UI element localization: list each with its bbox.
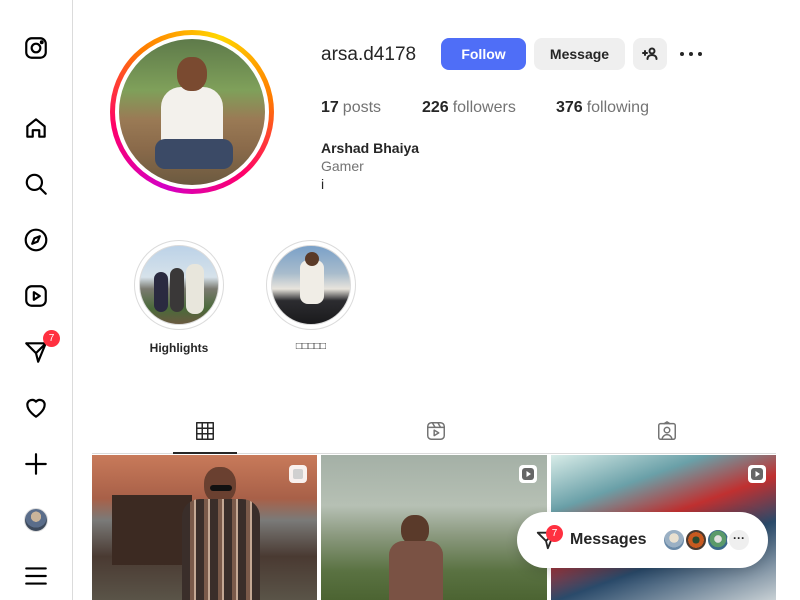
avatar [684, 528, 708, 552]
profile-avatar[interactable] [22, 506, 50, 534]
add-user-icon [642, 47, 658, 60]
messenger-icon[interactable]: 7 [22, 330, 60, 366]
profile-picture[interactable] [110, 30, 274, 194]
reels-icon[interactable] [22, 282, 50, 310]
following-stat[interactable]: 376 following [556, 99, 649, 117]
avatar [24, 508, 48, 532]
following-count: 376 [556, 99, 583, 116]
highlight-cover-figure [170, 268, 184, 312]
profile-category: Gamer [321, 158, 364, 174]
search-icon[interactable] [22, 170, 50, 198]
reels-tab-icon[interactable] [424, 419, 448, 443]
reel-icon [748, 465, 766, 483]
posts-grid-icon[interactable] [193, 419, 217, 443]
posts-label: posts [342, 99, 382, 116]
highlight-cover-figure [305, 252, 319, 266]
highlight-label: □□□□□ [295, 341, 327, 352]
more-conversations-indicator: ··· [727, 528, 751, 552]
messenger-badge: 7 [43, 330, 60, 347]
clip-icon [289, 465, 307, 483]
post-background-doorway [112, 495, 192, 565]
home-icon[interactable] [22, 114, 50, 142]
post-thumbnail[interactable] [321, 455, 547, 600]
highlight-cover-figure [154, 272, 168, 312]
highlight-cover-figure [186, 264, 204, 314]
suggested-accounts-button[interactable] [633, 38, 667, 70]
follow-button[interactable]: Follow [441, 38, 526, 70]
create-icon[interactable] [22, 450, 50, 478]
highlight-cover-figure [300, 260, 324, 304]
highlight-label: Highlights [149, 341, 209, 355]
post-thumbnail[interactable] [92, 455, 317, 600]
profile-photo-person [155, 57, 233, 169]
post-person-sunglasses [210, 485, 232, 491]
following-label: following [586, 99, 649, 116]
more-options-icon[interactable] [680, 44, 702, 64]
profile-photo [119, 39, 265, 185]
highlight-ring [266, 240, 356, 330]
tagged-icon[interactable] [655, 419, 679, 443]
explore-icon[interactable] [22, 226, 50, 254]
highlight-item[interactable]: Highlights [134, 240, 224, 355]
profile-username: arsa.d4178 [321, 44, 417, 65]
followers-label: followers [452, 99, 516, 116]
instagram-logo-icon[interactable] [22, 34, 50, 62]
post-person-shirt [182, 499, 260, 600]
profile-photo-head [177, 57, 207, 91]
profile-photo-legs [155, 139, 233, 169]
highlight-cover [271, 245, 351, 325]
posts-stat: 17 posts [321, 99, 381, 117]
highlight-ring [134, 240, 224, 330]
profile-photo-shirt [161, 87, 223, 147]
profile-picture-frame [115, 35, 269, 189]
heart-icon[interactable] [22, 394, 50, 422]
profile-bio: i [321, 176, 325, 192]
followers-stat[interactable]: 226 followers [422, 99, 516, 117]
posts-count: 17 [321, 99, 339, 116]
messages-badge: 7 [546, 525, 563, 542]
sidebar: 7 [0, 0, 73, 600]
profile-full-name: Arshad Bhaiya [321, 140, 420, 156]
messages-label: Messages [570, 531, 647, 548]
reel-icon [519, 465, 537, 483]
messages-button[interactable]: 7 Messages ··· [517, 512, 768, 568]
active-tab-indicator [173, 452, 237, 454]
avatar [662, 528, 686, 552]
menu-icon[interactable] [22, 562, 50, 590]
highlight-cover [139, 245, 219, 325]
post-person-shirt [389, 541, 443, 600]
highlight-item[interactable]: □□□□□ [266, 240, 356, 352]
message-button[interactable]: Message [534, 38, 625, 70]
followers-count: 226 [422, 99, 449, 116]
